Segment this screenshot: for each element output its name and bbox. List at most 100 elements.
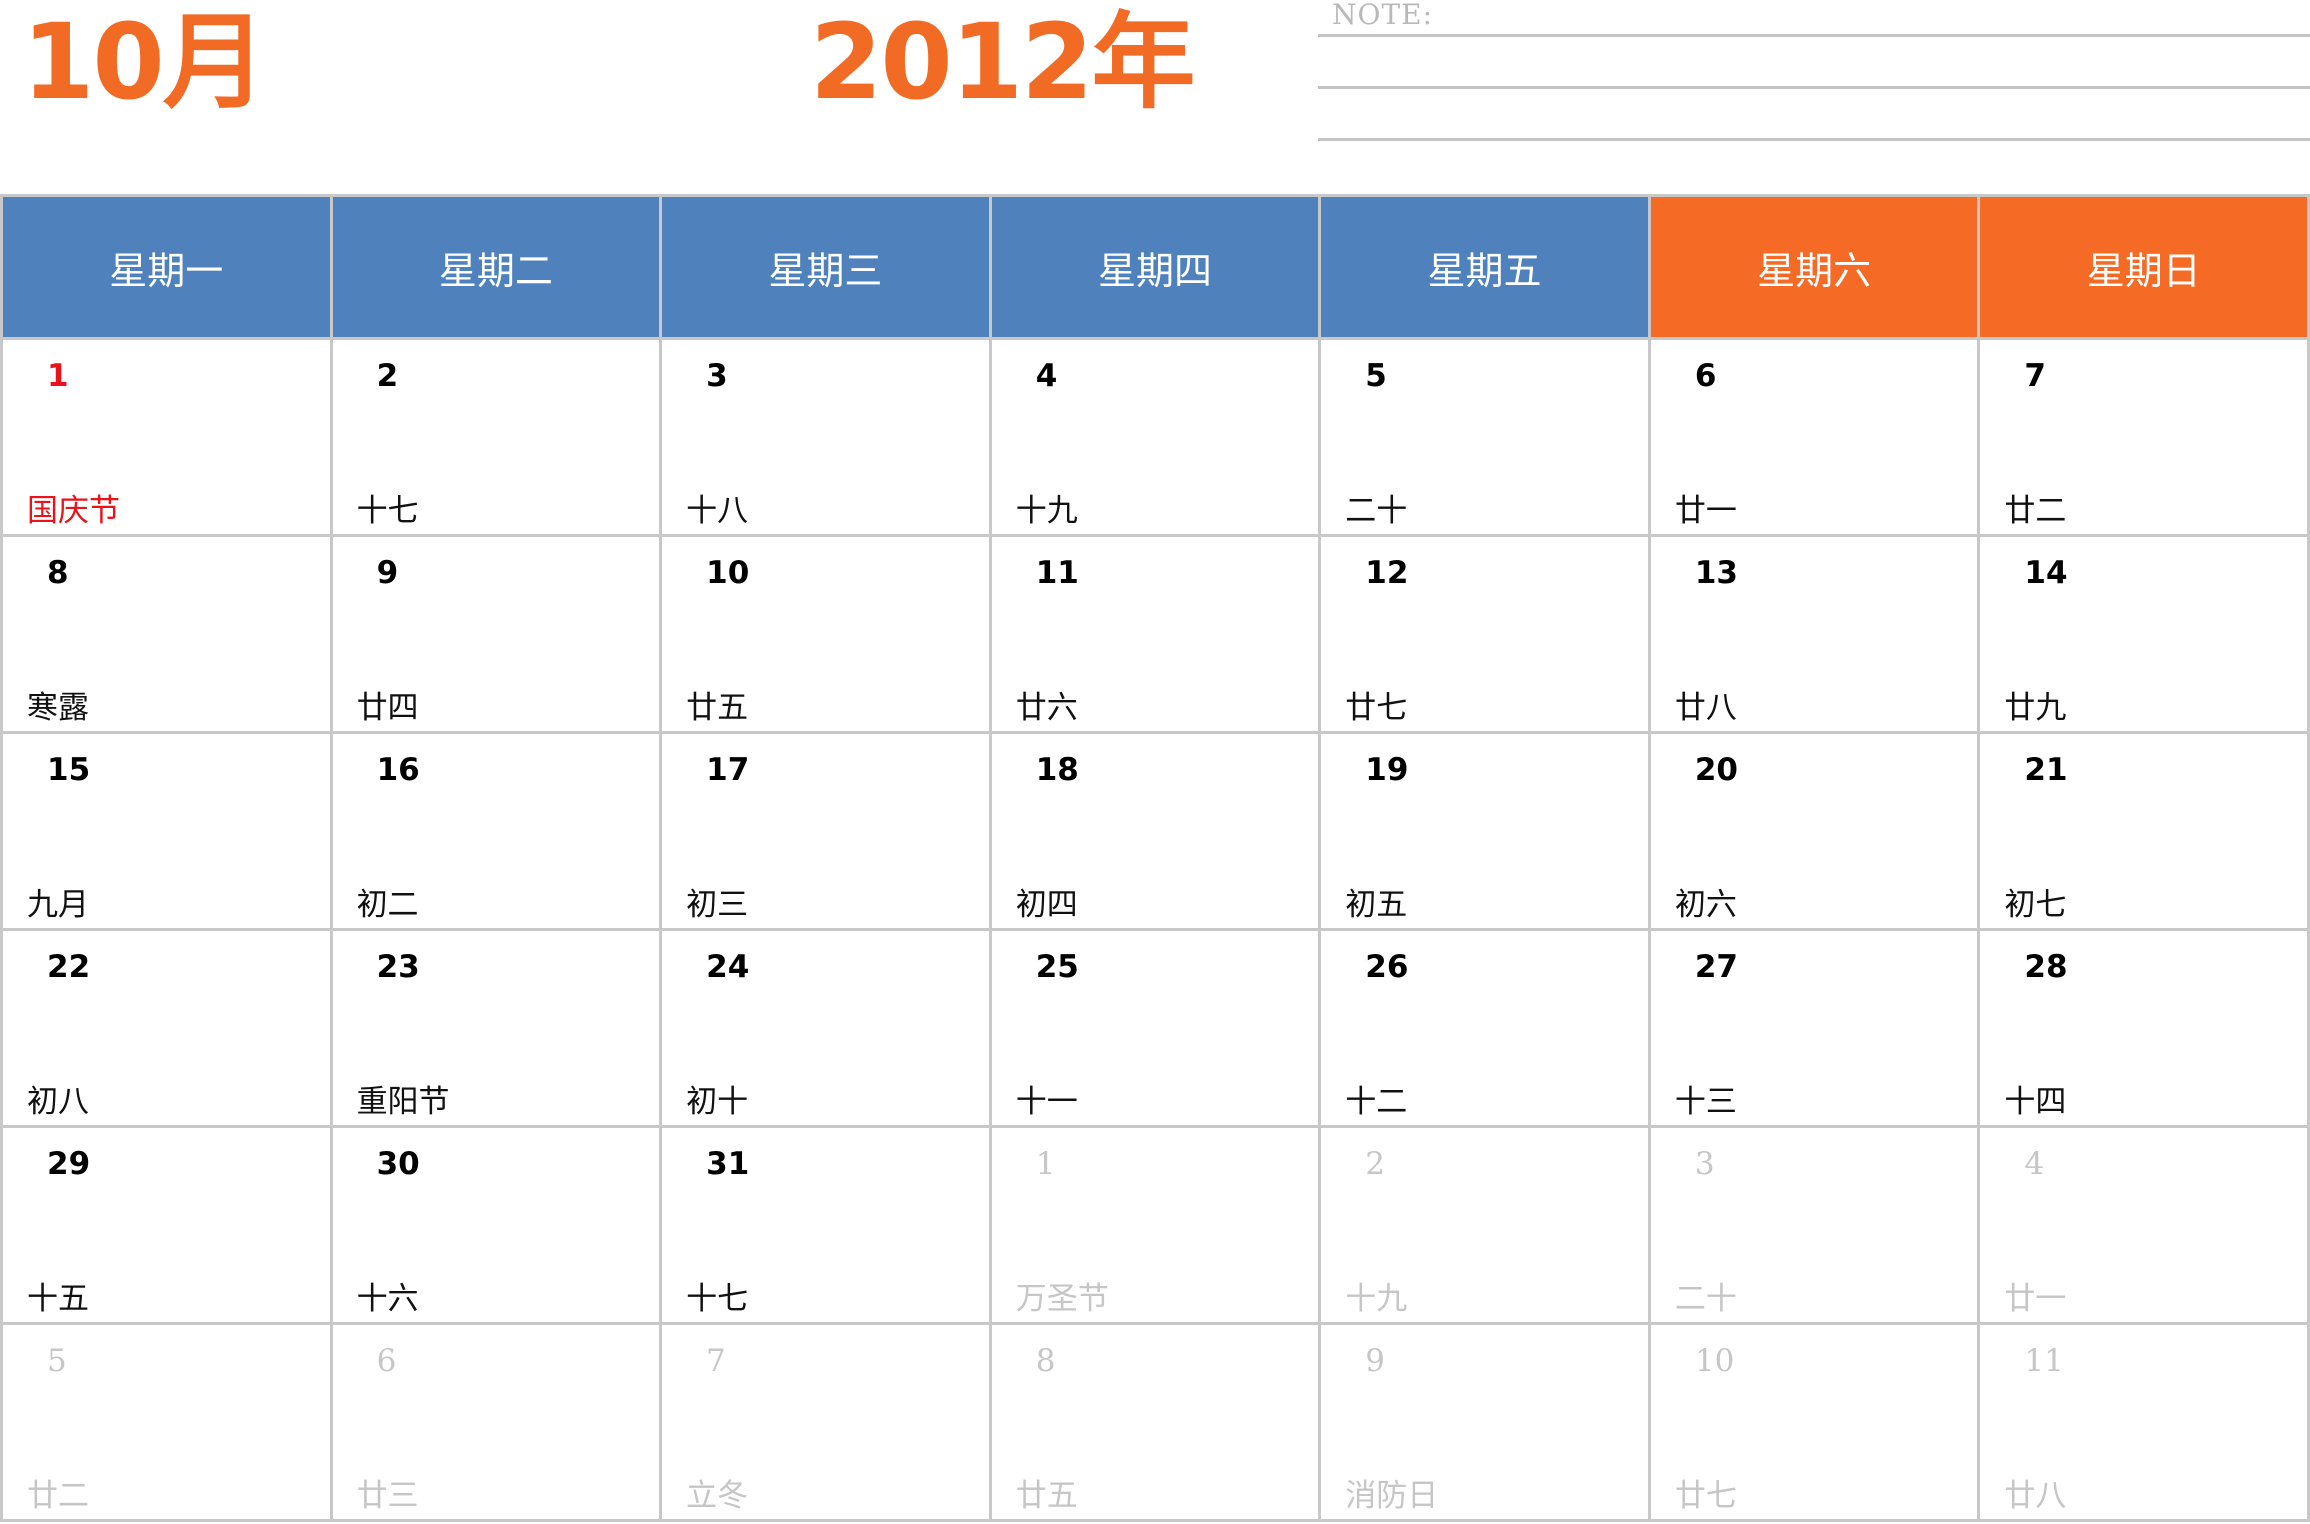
lunar-date: 十七 (356, 493, 419, 529)
day-number: 5 (1365, 358, 1387, 394)
day-cell[interactable]: 14 廿九 (1980, 537, 2307, 731)
day-number: 20 (1694, 752, 1738, 788)
lunar-date: 十六 (356, 1281, 419, 1317)
lunar-date: 廿八 (2004, 1478, 2067, 1514)
day-number: 22 (47, 949, 91, 985)
day-cell[interactable]: 19 初五 (1321, 734, 1648, 928)
day-cell[interactable]: 3 二十 (1650, 1128, 1978, 1322)
day-number: 13 (1694, 555, 1738, 591)
day-cell[interactable]: 4 廿一 (1980, 1128, 2307, 1322)
lunar-date: 初四 (1015, 887, 1078, 923)
day-cell[interactable]: 21 初七 (1980, 734, 2307, 928)
day-cell[interactable]: 20 初六 (1650, 734, 1978, 928)
day-number: 21 (2024, 752, 2068, 788)
day-number: 2 (1365, 1146, 1386, 1182)
weekday-header: 星期五 (1321, 197, 1648, 337)
day-number: 24 (706, 949, 750, 985)
day-number: 1 (1035, 1146, 1056, 1182)
day-cell[interactable]: 29 十五 (3, 1128, 330, 1322)
lunar-date: 廿一 (2004, 1281, 2067, 1317)
day-cell[interactable]: 6 廿三 (332, 1325, 660, 1519)
day-cell[interactable]: 17 初三 (662, 734, 989, 928)
weekday-header: 星期三 (662, 197, 989, 337)
lunar-date: 十一 (1015, 1084, 1078, 1120)
day-number: 14 (2024, 555, 2068, 591)
lunar-date: 十四 (2004, 1084, 2067, 1120)
day-number: 15 (47, 752, 91, 788)
day-number: 8 (1035, 1343, 1056, 1379)
lunar-date: 十七 (686, 1281, 749, 1317)
day-cell[interactable]: 24 初十 (662, 931, 989, 1125)
day-cell[interactable]: 18 初四 (991, 734, 1319, 928)
day-cell[interactable]: 31 十七 (662, 1128, 989, 1322)
lunar-date: 重阳节 (356, 1084, 450, 1120)
day-cell[interactable]: 7 立冬 (662, 1325, 989, 1519)
lunar-date: 十八 (686, 493, 749, 529)
day-cell[interactable]: 8 廿五 (991, 1325, 1319, 1519)
day-cell[interactable]: 28 十四 (1980, 931, 2307, 1125)
day-cell[interactable]: 9 廿四 (332, 537, 660, 731)
lunar-date: 消防日 (1345, 1478, 1439, 1514)
lunar-date: 二十 (1674, 1281, 1737, 1317)
note-line (1318, 86, 2310, 89)
day-cell[interactable]: 7 廿二 (1980, 340, 2307, 534)
lunar-date: 初七 (2004, 887, 2067, 923)
day-cell[interactable]: 2 十七 (332, 340, 660, 534)
day-number: 27 (1694, 949, 1738, 985)
day-number: 28 (2024, 949, 2068, 985)
day-cell[interactable]: 22 初八 (3, 931, 330, 1125)
lunar-date: 廿八 (1674, 690, 1737, 726)
day-cell[interactable]: 1 万圣节 (991, 1128, 1319, 1322)
day-number: 16 (376, 752, 420, 788)
day-number: 25 (1035, 949, 1079, 985)
day-cell[interactable]: 3 十八 (662, 340, 989, 534)
lunar-date: 立冬 (686, 1478, 749, 1514)
day-cell[interactable]: 5 二十 (1321, 340, 1648, 534)
weekday-header: 星期四 (991, 197, 1319, 337)
day-cell[interactable]: 1 国庆节 (3, 340, 330, 534)
day-number: 7 (2024, 358, 2046, 394)
day-cell[interactable]: 10 廿五 (662, 537, 989, 731)
day-cell[interactable]: 8 寒露 (3, 537, 330, 731)
day-number: 11 (1035, 555, 1079, 591)
day-cell[interactable]: 11 廿八 (1980, 1325, 2307, 1519)
day-cell[interactable]: 10 廿七 (1650, 1325, 1978, 1519)
day-number: 8 (47, 555, 69, 591)
lunar-date: 廿三 (356, 1478, 419, 1514)
day-cell[interactable]: 4 十九 (991, 340, 1319, 534)
day-cell[interactable]: 12 廿七 (1321, 537, 1648, 731)
lunar-date: 初八 (27, 1084, 89, 1120)
note-area: NOTE: (1318, 0, 2310, 145)
lunar-date: 廿七 (1674, 1478, 1737, 1514)
day-number: 3 (1694, 1146, 1715, 1182)
month-title: 10月 (22, 1, 267, 123)
lunar-date: 廿一 (1674, 493, 1737, 529)
day-number: 6 (1694, 358, 1717, 394)
day-cell[interactable]: 30 十六 (332, 1128, 660, 1322)
day-number: 29 (47, 1146, 91, 1182)
day-number: 2 (376, 358, 399, 394)
lunar-date: 廿七 (1345, 690, 1408, 726)
day-cell[interactable]: 16 初二 (332, 734, 660, 928)
weekday-header: 星期一 (3, 197, 330, 337)
lunar-date: 廿二 (27, 1478, 89, 1514)
lunar-date: 初六 (1674, 887, 1737, 923)
day-cell[interactable]: 11 廿六 (991, 537, 1319, 731)
day-number: 10 (1694, 1343, 1735, 1379)
day-cell[interactable]: 27 十三 (1650, 931, 1978, 1125)
day-cell[interactable]: 13 廿八 (1650, 537, 1978, 731)
day-cell[interactable]: 6 廿一 (1650, 340, 1978, 534)
day-cell[interactable]: 5 廿二 (3, 1325, 330, 1519)
day-cell[interactable]: 2 十九 (1321, 1128, 1648, 1322)
lunar-date: 初三 (686, 887, 749, 923)
day-number: 5 (47, 1343, 67, 1379)
day-cell[interactable]: 23 重阳节 (332, 931, 660, 1125)
day-cell[interactable]: 26 十二 (1321, 931, 1648, 1125)
day-number: 7 (706, 1343, 726, 1379)
day-cell[interactable]: 9 消防日 (1321, 1325, 1648, 1519)
day-cell[interactable]: 25 十一 (991, 931, 1319, 1125)
day-cell[interactable]: 15 九月 (3, 734, 330, 928)
day-number: 10 (706, 555, 750, 591)
day-number: 1 (47, 358, 69, 394)
day-number: 18 (1035, 752, 1079, 788)
